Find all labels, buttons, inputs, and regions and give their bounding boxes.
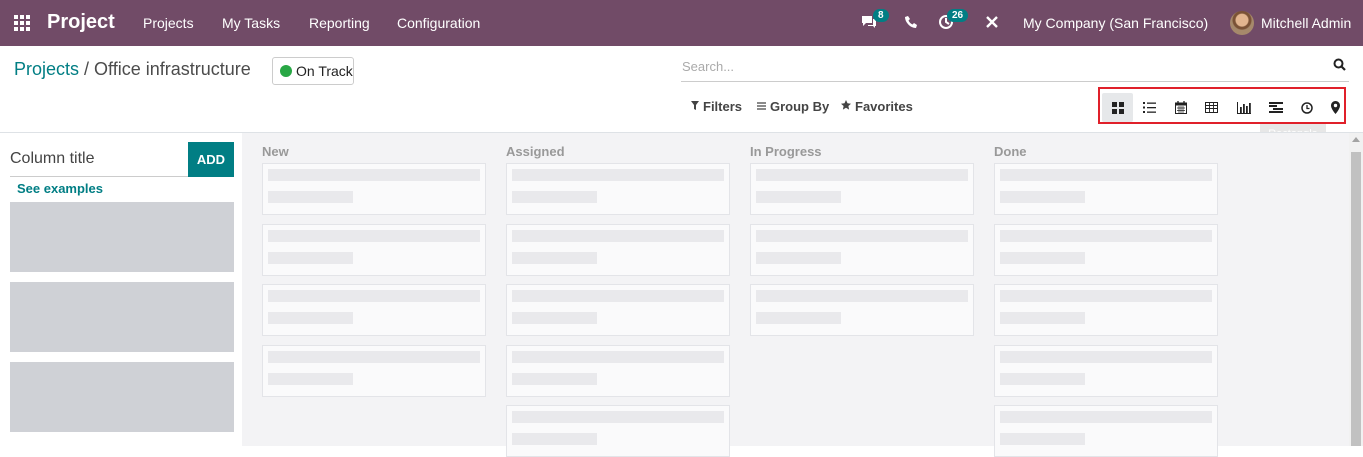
pivot-view-icon[interactable] bbox=[1196, 93, 1227, 122]
map-view-icon[interactable] bbox=[1320, 93, 1351, 122]
ghost-card bbox=[994, 224, 1218, 276]
ghost-card bbox=[506, 345, 730, 397]
menu-my-tasks[interactable]: My Tasks bbox=[222, 15, 280, 31]
filter-icon bbox=[691, 100, 699, 113]
debug-tools-icon[interactable] bbox=[985, 14, 999, 35]
filters-button[interactable]: Filters bbox=[691, 99, 742, 114]
ghost-card bbox=[750, 284, 974, 336]
breadcrumb-current: Office infrastructure bbox=[94, 59, 251, 79]
ghost-card bbox=[994, 284, 1218, 336]
user-menu[interactable]: Mitchell Admin bbox=[1261, 15, 1351, 31]
ghost-column-placeholder bbox=[10, 202, 234, 272]
ghost-card bbox=[506, 405, 730, 457]
ghost-card bbox=[506, 163, 730, 215]
search-input[interactable] bbox=[681, 52, 1321, 80]
ghost-card bbox=[262, 345, 486, 397]
ghost-card bbox=[750, 224, 974, 276]
scrollbar-thumb[interactable] bbox=[1351, 152, 1361, 446]
ghost-card bbox=[994, 405, 1218, 457]
company-switcher[interactable]: My Company (San Francisco) bbox=[1023, 15, 1208, 31]
project-status-button[interactable]: On Track bbox=[272, 57, 354, 85]
breadcrumb-projects-link[interactable]: Projects bbox=[14, 59, 79, 79]
scroll-up-arrow-icon[interactable] bbox=[1352, 137, 1360, 142]
ghost-card bbox=[506, 224, 730, 276]
messages-badge: 8 bbox=[873, 9, 889, 22]
ghost-card bbox=[262, 284, 486, 336]
menu-configuration[interactable]: Configuration bbox=[397, 15, 480, 31]
search-bar bbox=[681, 52, 1349, 82]
column-header-new: New bbox=[262, 144, 289, 159]
view-switcher bbox=[1098, 87, 1346, 124]
ghost-column-placeholder bbox=[10, 362, 234, 432]
status-label: On Track bbox=[296, 63, 353, 79]
menu-reporting[interactable]: Reporting bbox=[309, 15, 370, 31]
search-icon[interactable] bbox=[1333, 58, 1346, 71]
ghost-card bbox=[994, 345, 1218, 397]
breadcrumb: Projects / Office infrastructure bbox=[14, 59, 251, 80]
kanban-view-icon[interactable] bbox=[1102, 93, 1133, 122]
star-icon bbox=[841, 100, 851, 113]
ghost-card bbox=[506, 284, 730, 336]
app-name[interactable]: Project bbox=[47, 11, 115, 34]
ghost-card bbox=[262, 163, 486, 215]
favorites-label: Favorites bbox=[855, 99, 913, 114]
user-avatar[interactable] bbox=[1230, 11, 1254, 35]
breadcrumb-separator: / bbox=[79, 59, 95, 79]
column-header-assigned: Assigned bbox=[506, 144, 565, 159]
apps-menu-icon[interactable] bbox=[14, 15, 32, 31]
calendar-view-icon[interactable] bbox=[1165, 93, 1196, 122]
column-header-done: Done bbox=[994, 144, 1027, 159]
list-view-icon[interactable] bbox=[1134, 93, 1165, 122]
filters-label: Filters bbox=[703, 99, 743, 114]
ghost-card bbox=[994, 163, 1218, 215]
ghost-card bbox=[750, 163, 974, 215]
menu-projects[interactable]: Projects bbox=[143, 15, 194, 31]
column-title-input[interactable] bbox=[10, 142, 188, 177]
activity-view-icon[interactable] bbox=[1291, 93, 1322, 122]
gantt-view-icon[interactable] bbox=[1260, 93, 1291, 122]
group-by-button[interactable]: Group By bbox=[757, 99, 829, 114]
status-dot-icon bbox=[280, 65, 292, 77]
phone-icon[interactable] bbox=[905, 15, 918, 34]
graph-view-icon[interactable] bbox=[1228, 93, 1259, 122]
ghost-column-placeholder bbox=[10, 282, 234, 352]
group-by-icon bbox=[757, 101, 766, 113]
ghost-card bbox=[262, 224, 486, 276]
see-examples-link[interactable]: See examples bbox=[17, 181, 103, 196]
group-by-label: Group By bbox=[770, 99, 830, 114]
column-header-in-progress: In Progress bbox=[750, 144, 822, 159]
activities-badge: 26 bbox=[947, 9, 969, 22]
top-navbar: Project Projects My Tasks Reporting Conf… bbox=[0, 0, 1363, 46]
favorites-button[interactable]: Favorites bbox=[841, 99, 913, 114]
add-column-button[interactable]: ADD bbox=[188, 142, 234, 177]
